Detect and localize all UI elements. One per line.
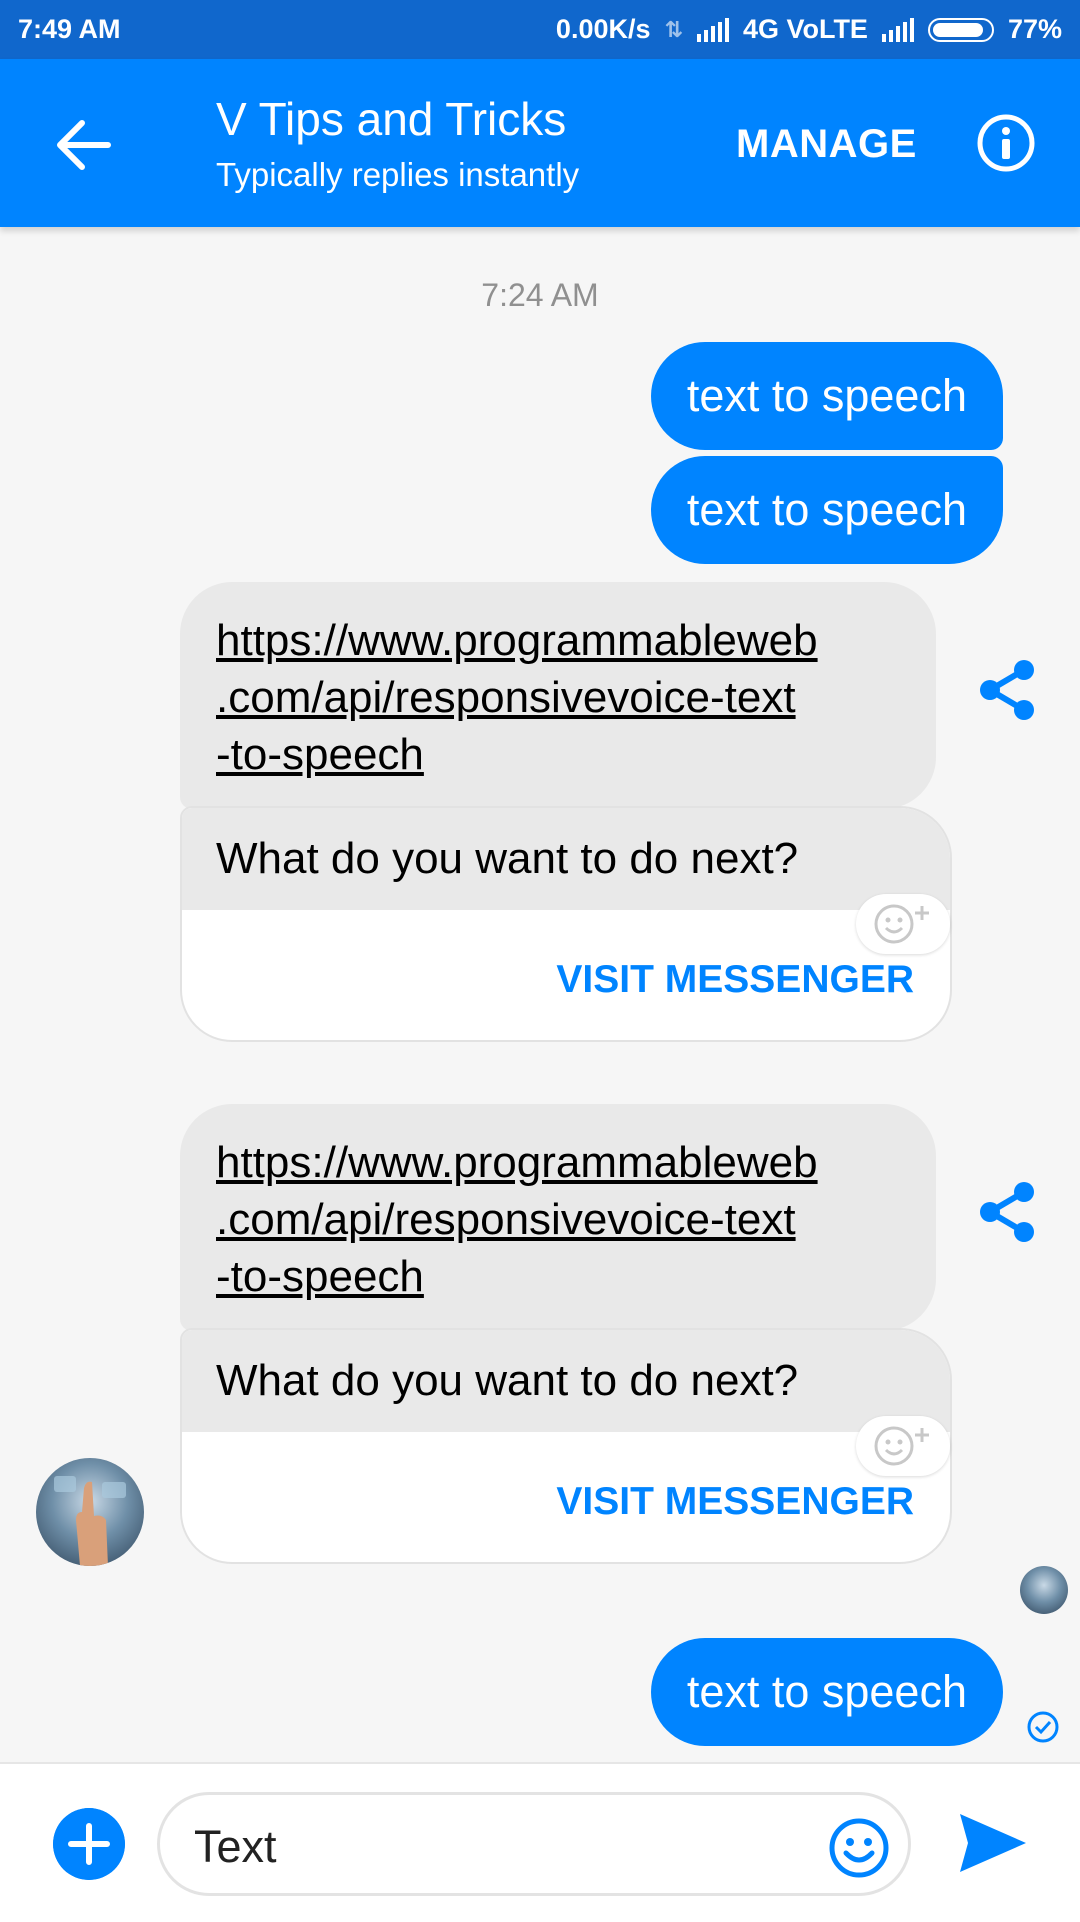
page-subtitle: Typically replies instantly xyxy=(216,156,580,193)
message-composer: Text xyxy=(0,1762,1080,1922)
network-type: 4G VoLTE xyxy=(742,14,868,44)
arrow-left-icon[interactable] xyxy=(52,117,112,173)
link-line: -to-speech xyxy=(216,1252,424,1301)
message-input[interactable]: Text xyxy=(157,1792,911,1896)
outgoing-message[interactable]: text to speech xyxy=(650,1638,1003,1746)
message-input-value[interactable]: Text xyxy=(194,1821,277,1873)
share-icon[interactable] xyxy=(976,1180,1038,1244)
add-reaction-icon[interactable] xyxy=(856,1416,950,1476)
quick-reply-card: What do you want to do next? VISIT MESSE… xyxy=(180,806,952,1042)
network-speed: 0.00K/s xyxy=(555,14,651,44)
info-icon[interactable] xyxy=(976,113,1036,173)
send-icon[interactable] xyxy=(958,1810,1028,1876)
smiley-icon[interactable] xyxy=(828,1817,890,1879)
outgoing-message[interactable]: text to speech xyxy=(650,456,1003,564)
app-bar: V Tips and Tricks Typically replies inst… xyxy=(0,59,1080,227)
status-bar: 7:49 AM 0.00K/s ⇅ 4G VoLTE 77% xyxy=(0,0,1080,59)
link-line: https://www.programmableweb xyxy=(216,616,818,665)
visit-messenger-button[interactable]: VISIT MESSENGER xyxy=(556,958,914,1002)
add-reaction-icon[interactable] xyxy=(856,894,950,954)
link-line: .com/api/responsivevoice-text xyxy=(216,1195,796,1244)
hand-touch-icon xyxy=(54,1476,126,1566)
manage-button[interactable]: MANAGE xyxy=(736,122,917,167)
card-question: What do you want to do next? xyxy=(182,1330,950,1432)
battery-level: 77% xyxy=(1007,14,1062,44)
page-title[interactable]: V Tips and Tricks xyxy=(216,92,566,146)
outgoing-message[interactable]: text to speech xyxy=(650,342,1003,450)
quick-reply-card: What do you want to do next? VISIT MESSE… xyxy=(180,1328,952,1564)
visit-messenger-button[interactable]: VISIT MESSENGER xyxy=(556,1480,914,1524)
message-timestamp: 7:24 AM xyxy=(481,277,599,313)
link-line: .com/api/responsivevoice-text xyxy=(216,673,796,722)
card-question: What do you want to do next? xyxy=(182,808,950,910)
link-line: https://www.programmableweb xyxy=(216,1138,818,1187)
status-time: 7:49 AM xyxy=(18,14,121,44)
link-message[interactable]: https://www.programmableweb .com/api/res… xyxy=(180,582,936,809)
link-line: -to-speech xyxy=(216,730,424,779)
read-receipt-avatar xyxy=(1020,1566,1068,1614)
status-indicators: 0.00K/s ⇅ 4G VoLTE 77% xyxy=(556,14,1062,45)
delivered-check-icon xyxy=(1027,1711,1059,1743)
link-message[interactable]: https://www.programmableweb .com/api/res… xyxy=(180,1104,936,1331)
data-arrows-icon: ⇅ xyxy=(664,16,683,42)
signal-icon xyxy=(696,17,729,42)
share-icon[interactable] xyxy=(976,658,1038,722)
plus-circle-icon[interactable] xyxy=(53,1808,125,1880)
signal-icon-2 xyxy=(881,17,914,42)
battery-icon xyxy=(927,17,994,42)
page-avatar[interactable] xyxy=(36,1458,144,1566)
